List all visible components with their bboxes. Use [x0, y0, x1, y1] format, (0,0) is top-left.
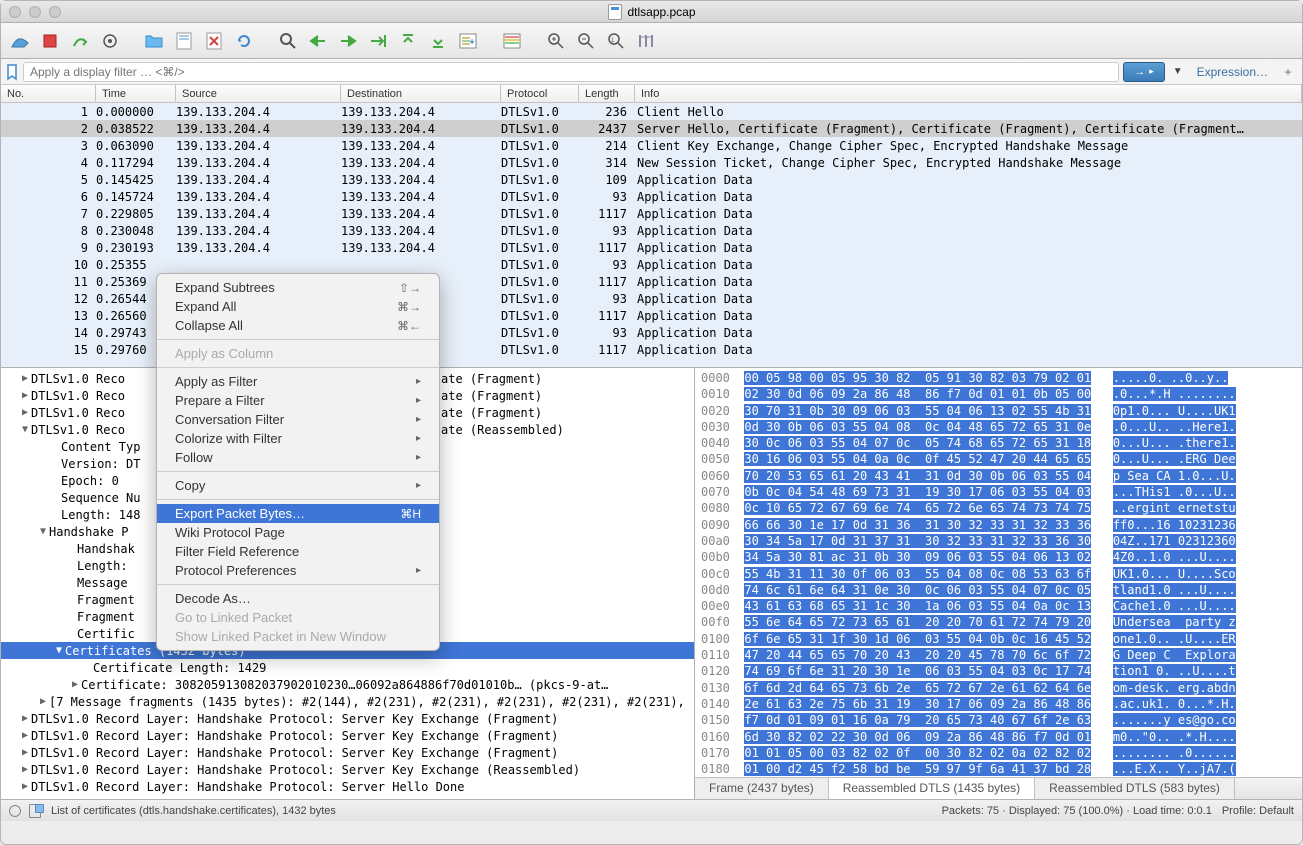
capture-file-properties-icon[interactable] [29, 804, 41, 818]
packet-row[interactable]: 90.230193139.133.204.4139.133.204.4DTLSv… [1, 239, 1302, 256]
packet-row[interactable]: 20.038522139.133.204.4139.133.204.4DTLSv… [1, 120, 1302, 137]
titlebar: dtlsapp.pcap [1, 1, 1302, 23]
prev-icon[interactable] [305, 28, 331, 54]
menu-item[interactable]: Collapse All⌘← [157, 316, 439, 335]
tree-item[interactable]: ▶DTLSv1.0 Record Layer: Handshake Protoc… [1, 744, 694, 761]
status-profile[interactable]: Profile: Default [1222, 805, 1294, 817]
col-protocol[interactable]: Protocol [501, 85, 579, 102]
menu-item[interactable]: Decode As… [157, 589, 439, 608]
menu-item[interactable]: Copy [157, 476, 439, 495]
reload-icon[interactable] [231, 28, 257, 54]
menu-item[interactable]: Apply as Filter [157, 372, 439, 391]
menu-item[interactable]: Export Packet Bytes…⌘H [157, 504, 439, 523]
packet-row[interactable]: 80.230048139.133.204.4139.133.204.4DTLSv… [1, 222, 1302, 239]
expert-info-icon[interactable] [9, 805, 21, 817]
menu-item: Go to Linked Packet [157, 608, 439, 627]
packet-row[interactable]: 70.229805139.133.204.4139.133.204.4DTLSv… [1, 205, 1302, 222]
menu-separator [157, 584, 439, 585]
status-field-info: List of certificates (dtls.handshake.cer… [51, 805, 336, 817]
tree-item[interactable]: ▶DTLSv1.0 Record Layer: Handshake Protoc… [1, 778, 694, 795]
packet-row[interactable]: 100.25355DTLSv1.093Application Data [1, 256, 1302, 273]
byte-view-tab[interactable]: Frame (2437 bytes) [695, 778, 829, 799]
context-menu: Expand Subtrees⇧→Expand All⌘→Collapse Al… [156, 273, 440, 651]
packet-row[interactable]: 60.145724139.133.204.4139.133.204.4DTLSv… [1, 188, 1302, 205]
tree-item[interactable]: ▶DTLSv1.0 Record Layer: Handshake Protoc… [1, 727, 694, 744]
main-toolbar: 1 [1, 23, 1302, 59]
minimize-icon[interactable] [29, 6, 41, 18]
find-icon[interactable] [275, 28, 301, 54]
menu-item[interactable]: Follow [157, 448, 439, 467]
col-length[interactable]: Length [579, 85, 635, 102]
folder-icon[interactable] [141, 28, 167, 54]
bookmark-icon[interactable] [5, 63, 19, 81]
menu-item[interactable]: Conversation Filter [157, 410, 439, 429]
close-icon[interactable] [9, 6, 21, 18]
packet-row[interactable]: 40.117294139.133.204.4139.133.204.4DTLSv… [1, 154, 1302, 171]
menu-item[interactable]: Filter Field Reference [157, 542, 439, 561]
tree-item[interactable]: ▶DTLSv1.0 Record Layer: Handshake Protoc… [1, 710, 694, 727]
status-packets: Packets: 75 · Displayed: 75 (100.0%) · L… [942, 805, 1212, 817]
menu-item[interactable]: Expand All⌘→ [157, 297, 439, 316]
menu-item: Apply as Column [157, 344, 439, 363]
apply-filter-button[interactable]: → [1123, 62, 1165, 82]
hex-view[interactable]: 0000 00 05 98 00 05 95 30 82 05 91 30 82… [695, 368, 1302, 777]
window-controls [9, 6, 61, 18]
byte-view-tab[interactable]: Reassembled DTLS (1435 bytes) [829, 778, 1035, 799]
save-icon[interactable] [171, 28, 197, 54]
menu-item[interactable]: Wiki Protocol Page [157, 523, 439, 542]
tree-item[interactable]: ▶[7 Message fragments (1435 bytes): #2(1… [1, 693, 694, 710]
menu-item[interactable]: Expand Subtrees⇧→ [157, 278, 439, 297]
tree-item[interactable]: Certificate Length: 1429 [1, 659, 694, 676]
byte-view-tab[interactable]: Reassembled DTLS (583 bytes) [1035, 778, 1235, 799]
expression-link[interactable]: Expression… [1191, 65, 1274, 79]
resize-columns-icon[interactable] [633, 28, 659, 54]
col-source[interactable]: Source [176, 85, 341, 102]
packet-bytes-pane: 0000 00 05 98 00 05 95 30 82 05 91 30 82… [695, 368, 1302, 799]
col-info[interactable]: Info [635, 85, 1302, 102]
col-time[interactable]: Time [96, 85, 176, 102]
options-icon[interactable] [97, 28, 123, 54]
menu-item[interactable]: Colorize with Filter [157, 429, 439, 448]
packet-list-header: No. Time Source Destination Protocol Len… [1, 85, 1302, 103]
zoom-out-icon[interactable] [573, 28, 599, 54]
document-icon [607, 4, 621, 20]
close-file-icon[interactable] [201, 28, 227, 54]
menu-item[interactable]: Protocol Preferences [157, 561, 439, 580]
packet-row[interactable]: 10.000000139.133.204.4139.133.204.4DTLSv… [1, 103, 1302, 120]
restart-icon[interactable] [67, 28, 93, 54]
col-no[interactable]: No. [1, 85, 96, 102]
autoscroll-icon[interactable] [455, 28, 481, 54]
stop-icon[interactable] [37, 28, 63, 54]
zoom-reset-icon[interactable]: 1 [603, 28, 629, 54]
menu-separator [157, 471, 439, 472]
menu-separator [157, 499, 439, 500]
menu-separator [157, 367, 439, 368]
goto-icon[interactable] [365, 28, 391, 54]
svg-text:1: 1 [611, 38, 615, 44]
zoom-in-icon[interactable] [543, 28, 569, 54]
add-filter-button[interactable]: + [1278, 65, 1298, 79]
menu-item[interactable]: Prepare a Filter [157, 391, 439, 410]
status-bar: List of certificates (dtls.handshake.cer… [1, 799, 1302, 821]
menu-item: Show Linked Packet in New Window [157, 627, 439, 646]
filter-bar: → ▼ Expression… + [1, 59, 1302, 85]
tree-item[interactable]: ▶Certificate: 308205913082037902010230…0… [1, 676, 694, 693]
packet-row[interactable]: 30.063090139.133.204.4139.133.204.4DTLSv… [1, 137, 1302, 154]
display-filter-input[interactable] [23, 62, 1119, 82]
colorize-icon[interactable] [499, 28, 525, 54]
last-icon[interactable] [425, 28, 451, 54]
maximize-icon[interactable] [49, 6, 61, 18]
window-title: dtlsapp.pcap [607, 4, 695, 20]
menu-separator [157, 339, 439, 340]
tree-item[interactable]: ▶DTLSv1.0 Record Layer: Handshake Protoc… [1, 761, 694, 778]
title-text: dtlsapp.pcap [627, 5, 695, 19]
byte-view-tabs: Frame (2437 bytes)Reassembled DTLS (1435… [695, 777, 1302, 799]
col-destination[interactable]: Destination [341, 85, 501, 102]
filter-dropdown[interactable]: ▼ [1169, 66, 1187, 77]
next-icon[interactable] [335, 28, 361, 54]
first-icon[interactable] [395, 28, 421, 54]
packet-row[interactable]: 50.145425139.133.204.4139.133.204.4DTLSv… [1, 171, 1302, 188]
shark-fin-icon[interactable] [7, 28, 33, 54]
